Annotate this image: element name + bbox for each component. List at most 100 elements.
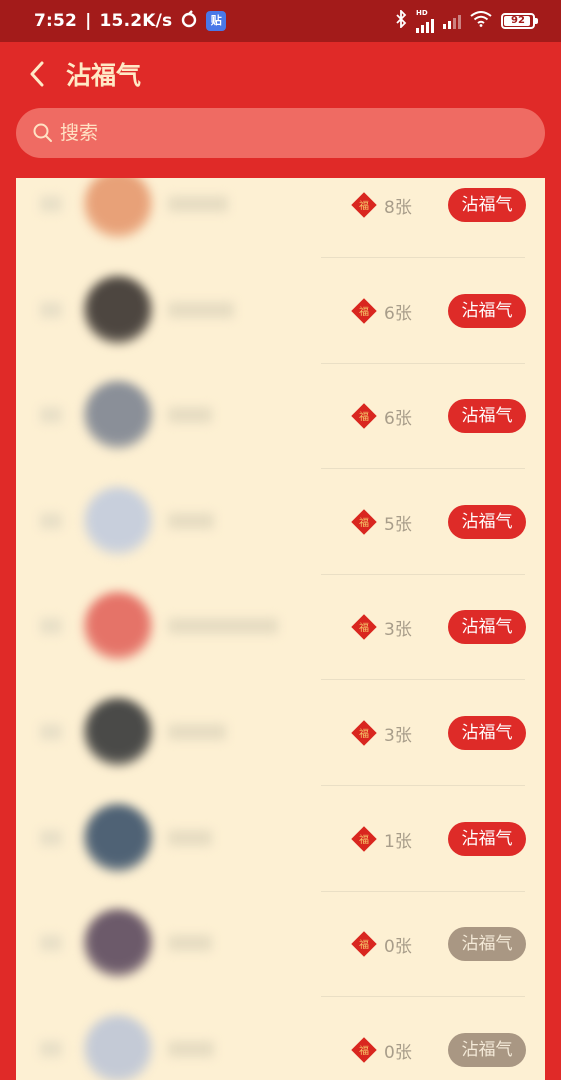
svg-text:福: 福 bbox=[359, 305, 369, 318]
avatar bbox=[84, 178, 152, 238]
user-name bbox=[168, 407, 212, 424]
rank-number bbox=[40, 196, 62, 212]
share-fortune-button[interactable]: 沾福气 bbox=[448, 821, 526, 856]
fu-card-icon: 福 bbox=[351, 614, 377, 641]
svg-text:福: 福 bbox=[359, 516, 369, 529]
rank-number bbox=[40, 935, 62, 952]
list-item: 福 6张 沾福气 bbox=[16, 258, 545, 364]
avatar bbox=[84, 381, 152, 450]
card-count: 1张 bbox=[384, 831, 412, 852]
battery-percentage: 92 bbox=[511, 15, 525, 26]
user-name bbox=[168, 301, 234, 318]
rank-number bbox=[40, 512, 62, 529]
rank-number bbox=[40, 724, 62, 740]
header: 沾福气 bbox=[0, 42, 561, 106]
card-count: 5张 bbox=[384, 514, 412, 535]
fu-card-icon: 福 bbox=[351, 1037, 377, 1063]
fu-card-icon: 福 bbox=[351, 720, 377, 746]
card-count: 8张 bbox=[384, 198, 412, 218]
bluetooth-icon bbox=[395, 8, 407, 32]
share-fortune-button[interactable]: 沾福气 bbox=[448, 1032, 526, 1067]
blurred-user-info bbox=[16, 178, 316, 258]
user-name bbox=[168, 618, 278, 635]
svg-text:福: 福 bbox=[359, 199, 369, 212]
rank-number bbox=[40, 618, 62, 635]
user-name bbox=[168, 1040, 214, 1057]
avatar bbox=[84, 803, 152, 872]
share-fortune-button[interactable]: 沾福气 bbox=[448, 610, 526, 645]
fu-card-icon: 福 bbox=[351, 403, 377, 429]
fu-card-icon: 福 bbox=[351, 509, 377, 535]
battery-icon: 92 bbox=[501, 13, 538, 29]
blurred-user-info bbox=[16, 574, 316, 680]
svg-text:福: 福 bbox=[359, 1044, 369, 1057]
share-fortune-button[interactable]: 沾福气 bbox=[448, 927, 526, 962]
rank-number bbox=[40, 829, 62, 846]
user-name bbox=[168, 829, 212, 846]
share-fortune-button[interactable]: 沾福气 bbox=[448, 716, 526, 750]
list-item: 福 1张 沾福气 bbox=[16, 786, 545, 892]
avatar bbox=[84, 909, 152, 978]
status-right: HD 92 bbox=[395, 8, 538, 33]
wifi-icon bbox=[470, 11, 492, 31]
user-list: 福 8张 沾福气福 6张 沾福气福 6张 沾福气福 5张 沾福气福 3张 沾福气福 3张 沾福气福 1张沾… bbox=[16, 178, 545, 1080]
app-badge-icon: 贴 bbox=[206, 11, 227, 31]
card-count: 0张 bbox=[384, 937, 412, 958]
svg-text:福: 福 bbox=[359, 727, 369, 740]
user-name bbox=[168, 196, 228, 212]
card-count: 0张 bbox=[384, 1042, 412, 1063]
back-icon[interactable] bbox=[24, 59, 50, 89]
status-bar: 7:52 | 15.2K/s 贴 HD 92 bbox=[0, 0, 561, 42]
list-item: 福 3张 沾福气 bbox=[16, 680, 545, 786]
blurred-user-info bbox=[16, 997, 316, 1080]
share-fortune-button[interactable]: 沾福气 bbox=[448, 188, 526, 222]
fu-card-icon: 福 bbox=[351, 297, 377, 324]
card-count: 6张 bbox=[384, 409, 412, 430]
cellular-signal-2-icon bbox=[443, 13, 461, 29]
avatar bbox=[84, 592, 152, 661]
list-item: 福 6张 沾福气 bbox=[16, 363, 545, 470]
avatar bbox=[84, 1014, 152, 1080]
svg-text:福: 福 bbox=[359, 410, 369, 423]
list-item: 福 0张 沾福气 bbox=[16, 891, 545, 998]
status-separator: | bbox=[85, 11, 92, 31]
user-name bbox=[168, 512, 214, 529]
svg-text:福: 福 bbox=[359, 938, 369, 951]
list-item: 福 0张 沾福气 bbox=[16, 997, 545, 1080]
user-name bbox=[168, 935, 212, 952]
blurred-user-info bbox=[16, 258, 316, 364]
search-bar[interactable] bbox=[16, 108, 545, 158]
search-icon bbox=[33, 123, 52, 142]
rank-number bbox=[40, 407, 62, 424]
page-title: 沾福气 bbox=[66, 61, 142, 90]
card-count: 3张 bbox=[384, 726, 412, 746]
list-item: 福 5张 沾福气 bbox=[16, 469, 545, 575]
share-fortune-button[interactable]: 沾福气 bbox=[448, 399, 526, 434]
card-count: 6张 bbox=[384, 303, 412, 324]
blurred-user-info bbox=[16, 363, 316, 469]
fu-card-icon: 福 bbox=[351, 931, 377, 957]
blurred-user-info bbox=[16, 891, 316, 997]
fu-card-icon: 福 bbox=[351, 192, 377, 218]
blurred-user-info bbox=[16, 680, 316, 786]
share-fortune-button[interactable]: 沾福气 bbox=[448, 504, 526, 539]
cellular-signal-icon: HD bbox=[416, 8, 434, 33]
network-speed: 15.2K/s bbox=[99, 11, 173, 31]
user-name bbox=[168, 724, 226, 740]
avatar bbox=[84, 275, 152, 344]
network-type-label: HD bbox=[416, 8, 428, 17]
svg-text:福: 福 bbox=[359, 833, 369, 846]
avatar bbox=[84, 698, 152, 766]
search-input[interactable] bbox=[60, 122, 500, 144]
list-item: 福 3张 沾福气 bbox=[16, 574, 545, 681]
status-left: 7:52 | 15.2K/s 贴 bbox=[34, 10, 227, 32]
avatar bbox=[84, 486, 152, 555]
card-count: 3张 bbox=[384, 620, 412, 641]
notification-app-icon bbox=[180, 10, 198, 32]
fu-card-icon: 福 bbox=[351, 825, 377, 852]
status-time: 7:52 bbox=[34, 11, 78, 31]
share-fortune-button[interactable]: 沾福气 bbox=[448, 293, 526, 328]
blurred-user-info bbox=[16, 786, 316, 892]
rank-number bbox=[40, 301, 62, 318]
blurred-user-info bbox=[16, 469, 316, 575]
